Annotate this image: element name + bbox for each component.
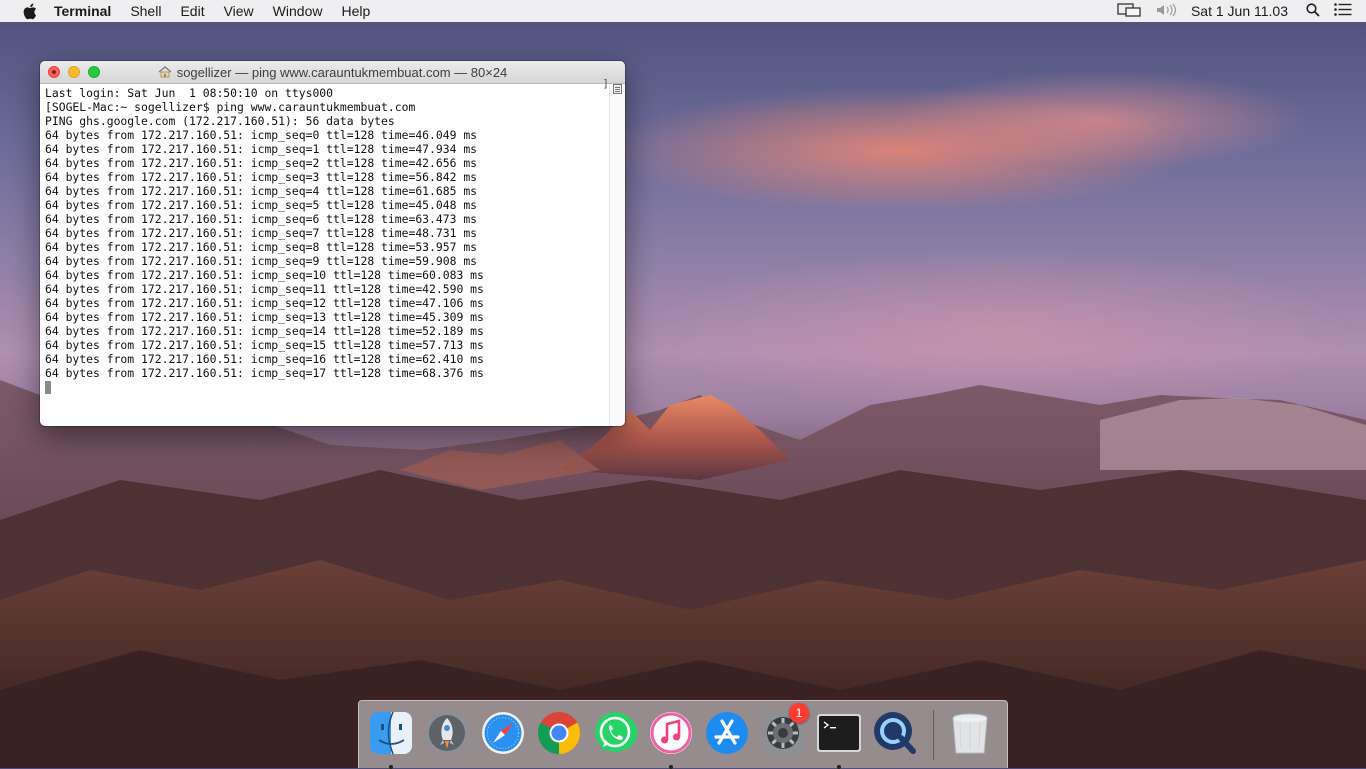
menu-bar: Terminal Shell Edit View Window Help Sat…	[0, 0, 1366, 22]
menu-app-name[interactable]: Terminal	[54, 3, 111, 19]
launchpad-icon	[423, 709, 471, 757]
terminal-line: 64 bytes from 172.217.160.51: icmp_seq=7…	[45, 226, 478, 240]
quicktime-icon	[871, 709, 919, 757]
menu-view[interactable]: View	[224, 3, 254, 19]
terminal-line: 64 bytes from 172.217.160.51: icmp_seq=1…	[45, 338, 484, 352]
trash-icon	[946, 709, 994, 757]
dock-finder[interactable]	[367, 709, 415, 769]
close-button[interactable]	[48, 66, 60, 78]
terminal-line: 64 bytes from 172.217.160.51: icmp_seq=1…	[45, 366, 484, 380]
apple-menu-icon[interactable]	[20, 2, 38, 20]
terminal-line: PING ghs.google.com (172.217.160.51): 56…	[45, 114, 395, 128]
dock-quicktime[interactable]	[871, 709, 919, 757]
terminal-prompt-line	[45, 380, 605, 394]
dock: 1	[358, 700, 1008, 769]
home-folder-icon	[158, 66, 172, 78]
text-cursor	[45, 381, 51, 394]
terminal-line: 64 bytes from 172.217.160.51: icmp_seq=1…	[45, 268, 484, 282]
terminal-icon	[815, 709, 863, 757]
volume-icon[interactable]	[1155, 3, 1177, 20]
window-controls	[48, 66, 108, 78]
menu-edit[interactable]: Edit	[180, 3, 204, 19]
notification-badge: 1	[789, 702, 809, 723]
menu-window[interactable]: Window	[273, 3, 323, 19]
zoom-button[interactable]	[88, 66, 100, 78]
terminal-line: 64 bytes from 172.217.160.51: icmp_seq=1…	[45, 296, 484, 310]
terminal-line: 64 bytes from 172.217.160.51: icmp_seq=1…	[45, 282, 484, 296]
terminal-line: 64 bytes from 172.217.160.51: icmp_seq=6…	[45, 212, 478, 226]
terminal-line: 64 bytes from 172.217.160.51: icmp_seq=1…	[45, 324, 484, 338]
window-title: sogellizer — ping www.carauntukmembuat.c…	[158, 64, 508, 80]
itunes-icon	[647, 709, 695, 757]
spotlight-search-icon[interactable]	[1306, 2, 1320, 20]
airplay-display-icon[interactable]	[1117, 2, 1141, 20]
terminal-scrollbar[interactable]	[609, 84, 625, 426]
terminal-line: 64 bytes from 172.217.160.51: icmp_seq=8…	[45, 240, 478, 254]
minimize-button[interactable]	[68, 66, 80, 78]
dock-separator	[933, 709, 934, 760]
terminal-line: [SOGEL-Mac:~ sogellizer$ ping www.caraun…	[45, 100, 416, 114]
terminal-line: 64 bytes from 172.217.160.51: icmp_seq=3…	[45, 170, 478, 184]
menu-help[interactable]: Help	[341, 3, 370, 19]
dock-app-store[interactable]	[703, 709, 751, 757]
dock-whatsapp[interactable]	[591, 709, 639, 757]
terminal-titlebar[interactable]: sogellizer — ping www.carauntukmembuat.c…	[40, 61, 625, 84]
whatsapp-icon	[591, 709, 639, 757]
dock-chrome[interactable]	[535, 709, 583, 757]
terminal-line: 64 bytes from 172.217.160.51: icmp_seq=2…	[45, 156, 478, 170]
terminal-line: 64 bytes from 172.217.160.51: icmp_seq=9…	[45, 254, 478, 268]
terminal-window: sogellizer — ping www.carauntukmembuat.c…	[40, 61, 625, 426]
split-pane-icon[interactable]	[613, 84, 622, 94]
menu-clock[interactable]: Sat 1 Jun 11.03	[1191, 3, 1288, 19]
chrome-icon	[535, 709, 583, 757]
terminal-output[interactable]: Last login: Sat Jun 1 08:50:10 on ttys00…	[40, 84, 610, 426]
dock-launchpad[interactable]	[423, 709, 471, 757]
dock-trash[interactable]	[946, 709, 994, 757]
terminal-line: 64 bytes from 172.217.160.51: icmp_seq=1…	[45, 352, 484, 366]
dock-safari[interactable]	[479, 709, 527, 757]
scroll-mark: ]	[602, 77, 609, 90]
window-title-text: sogellizer — ping www.carauntukmembuat.c…	[176, 64, 508, 80]
dock-system-preferences[interactable]: 1	[759, 702, 809, 757]
menu-shell[interactable]: Shell	[130, 3, 161, 19]
terminal-line: Last login: Sat Jun 1 08:50:10 on ttys00…	[45, 86, 334, 100]
safari-icon	[479, 709, 527, 757]
terminal-line: 64 bytes from 172.217.160.51: icmp_seq=0…	[45, 128, 478, 142]
notification-center-icon[interactable]	[1334, 3, 1352, 19]
app-store-icon	[703, 709, 751, 757]
terminal-line: 64 bytes from 172.217.160.51: icmp_seq=1…	[45, 310, 484, 324]
terminal-line: 64 bytes from 172.217.160.51: icmp_seq=5…	[45, 198, 478, 212]
terminal-line: 64 bytes from 172.217.160.51: icmp_seq=4…	[45, 184, 478, 198]
finder-icon	[367, 709, 415, 757]
dock-terminal[interactable]	[815, 709, 863, 769]
terminal-line: 64 bytes from 172.217.160.51: icmp_seq=1…	[45, 142, 478, 156]
dock-itunes[interactable]	[647, 709, 695, 769]
